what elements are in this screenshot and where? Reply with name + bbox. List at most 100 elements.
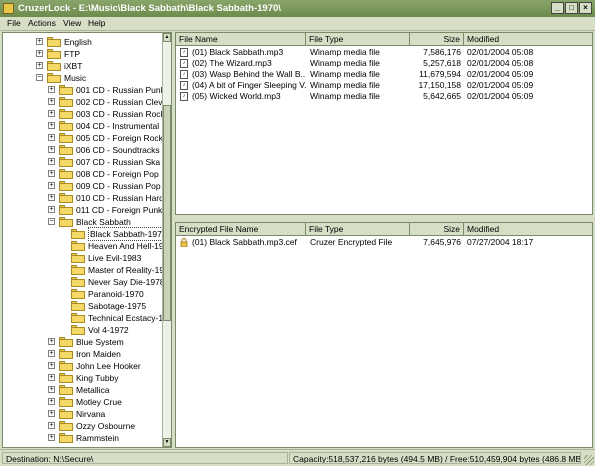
- tree-item[interactable]: +011 CD - Foreign Punk: [3, 204, 163, 216]
- tree-item-label: Black Sabbath-1970: [88, 227, 169, 241]
- tree-item[interactable]: Paranoid-1970: [3, 288, 163, 300]
- expand-icon[interactable]: +: [48, 362, 55, 369]
- tree-item[interactable]: +003 CD - Russian Rock: [3, 108, 165, 120]
- expand-icon[interactable]: +: [48, 122, 55, 129]
- col-file-type[interactable]: File Type: [306, 33, 410, 45]
- minimize-button[interactable]: _: [551, 2, 564, 14]
- tree-item[interactable]: Master of Reality-19: [3, 264, 164, 276]
- audio-file-icon: ♪: [180, 70, 188, 79]
- collapse-icon[interactable]: −: [36, 74, 43, 81]
- expand-icon[interactable]: +: [48, 374, 55, 381]
- tree-item[interactable]: Black Sabbath-1970: [3, 227, 169, 241]
- tree-item[interactable]: + Blue System: [3, 336, 163, 348]
- tree-item[interactable]: + Ozzy Osbourne: [3, 420, 163, 432]
- col-encrypted-file-type[interactable]: File Type: [306, 223, 410, 235]
- table-row[interactable]: ♪ (05) Wicked World.mp3 Winamp media file 5…: [176, 91, 592, 102]
- cell-type: Winamp media file: [310, 58, 380, 68]
- col-encrypted-size[interactable]: Size: [410, 223, 464, 235]
- menu-actions[interactable]: Actions: [28, 18, 56, 28]
- expand-icon[interactable]: +: [48, 110, 55, 117]
- expand-icon[interactable]: +: [48, 410, 55, 417]
- folder-tree[interactable]: + English + FTP + iXBT − Music +001 CD - Russian…: [2, 32, 172, 448]
- tree-item[interactable]: + Nirvana: [3, 408, 163, 420]
- menu-file[interactable]: File: [7, 18, 21, 28]
- tree-item[interactable]: Vol 4-1972: [3, 324, 163, 336]
- expand-icon[interactable]: +: [36, 62, 43, 69]
- expand-icon[interactable]: +: [48, 194, 55, 201]
- cell-type: Winamp media file: [310, 69, 380, 79]
- tree-item[interactable]: +008 CD - Foreign Pop: [3, 168, 163, 180]
- tree-item[interactable]: − Music: [3, 72, 163, 84]
- col-encrypted-file-name[interactable]: Encrypted File Name: [176, 223, 306, 235]
- expand-icon[interactable]: +: [48, 98, 55, 105]
- cell-name: (03) Wasp Behind the Wall B...: [192, 69, 306, 79]
- tree-item[interactable]: + English: [3, 36, 163, 48]
- file-list[interactable]: File Name File Type Size Modified ♪ (01) …: [175, 32, 593, 215]
- folder-icon: [47, 37, 61, 47]
- tree-item-label: Blue System: [76, 337, 124, 347]
- cell-name: (05) Wicked World.mp3: [192, 91, 281, 101]
- tree-item[interactable]: +009 CD - Russian Pop: [3, 180, 163, 192]
- expand-icon[interactable]: +: [36, 38, 43, 45]
- expand-icon[interactable]: +: [48, 134, 55, 141]
- tree-item-label: King Tubby: [76, 373, 119, 383]
- resize-grip-icon[interactable]: [584, 455, 594, 465]
- collapse-icon[interactable]: −: [48, 218, 55, 225]
- scroll-down-icon[interactable]: ▼: [163, 438, 171, 447]
- tree-item[interactable]: Never Say Die-1978: [3, 276, 165, 288]
- expand-icon[interactable]: +: [48, 86, 55, 93]
- tree-item[interactable]: +007 CD - Russian Ska: [3, 156, 163, 168]
- tree-item[interactable]: + John Lee Hooker: [3, 360, 163, 372]
- expand-icon[interactable]: +: [36, 50, 43, 57]
- table-row[interactable]: ♪ (03) Wasp Behind the Wall B... Winamp me…: [176, 69, 592, 80]
- close-button[interactable]: ×: [579, 2, 592, 14]
- tree-item[interactable]: + Metallica: [3, 384, 163, 396]
- col-file-name[interactable]: File Name: [176, 33, 306, 45]
- encrypted-file-list[interactable]: Encrypted File Name File Type Size Modif…: [175, 222, 593, 448]
- tree-item[interactable]: +005 CD - Foreign Rock: [3, 132, 163, 144]
- expand-icon[interactable]: +: [48, 350, 55, 357]
- menu-help[interactable]: Help: [88, 18, 105, 28]
- expand-icon[interactable]: +: [48, 422, 55, 429]
- tree-item[interactable]: +001 CD - Russian Punk: [3, 84, 165, 96]
- tree-item[interactable]: Live Evil-1983: [3, 252, 163, 264]
- expand-icon[interactable]: +: [48, 158, 55, 165]
- maximize-button[interactable]: □: [565, 2, 578, 14]
- expand-icon[interactable]: +: [48, 434, 55, 441]
- tree-item[interactable]: +002 CD - Russian Cleve: [3, 96, 167, 108]
- expand-icon[interactable]: +: [48, 386, 55, 393]
- col-modified[interactable]: Modified: [464, 33, 592, 45]
- pane-splitter[interactable]: [175, 215, 593, 219]
- tree-item[interactable]: + FTP: [3, 48, 163, 60]
- expand-icon[interactable]: +: [48, 146, 55, 153]
- tree-item[interactable]: +006 CD - Soundtracks: [3, 144, 163, 156]
- tree-item[interactable]: +004 CD - Instrumental: [3, 120, 163, 132]
- scroll-thumb[interactable]: [163, 105, 171, 321]
- cell-name: (01) Black Sabbath.mp3.cef: [192, 237, 297, 247]
- tree-item[interactable]: Sabotage-1975: [3, 300, 163, 312]
- tree-item[interactable]: +010 CD - Russian Hard: [3, 192, 164, 204]
- table-row[interactable]: ♪ (04) A bit of Finger Sleeping V... Winam…: [176, 80, 592, 91]
- table-row[interactable]: ♪ (01) Black Sabbath.mp3 Winamp media file…: [176, 47, 592, 58]
- tree-item-label: Paranoid-1970: [88, 289, 144, 299]
- col-size[interactable]: Size: [410, 33, 464, 45]
- expand-icon[interactable]: +: [48, 398, 55, 405]
- tree-scrollbar[interactable]: ▲ ▼: [162, 33, 171, 447]
- table-row[interactable]: ♪ (02) The Wizard.mp3 Winamp media file 5,2…: [176, 58, 592, 69]
- tree-item[interactable]: + Rammstein: [3, 432, 163, 444]
- expand-icon[interactable]: +: [48, 206, 55, 213]
- expand-icon[interactable]: +: [48, 182, 55, 189]
- tree-item[interactable]: Heaven And Hell-19: [3, 240, 164, 252]
- cell-type: Winamp media file: [310, 91, 380, 101]
- scroll-up-icon[interactable]: ▲: [163, 33, 171, 42]
- menu-view[interactable]: View: [63, 18, 81, 28]
- tree-item[interactable]: + Iron Maiden: [3, 348, 163, 360]
- expand-icon[interactable]: +: [48, 170, 55, 177]
- tree-item[interactable]: Technical Ecstacy-1: [3, 312, 163, 324]
- tree-item[interactable]: + Motley Crue: [3, 396, 163, 408]
- col-encrypted-modified[interactable]: Modified: [464, 223, 592, 235]
- tree-item[interactable]: + iXBT: [3, 60, 163, 72]
- tree-item[interactable]: + King Tubby: [3, 372, 163, 384]
- table-row[interactable]: (01) Black Sabbath.mp3.cef Cruzer Encrypt…: [176, 237, 592, 248]
- expand-icon[interactable]: +: [48, 338, 55, 345]
